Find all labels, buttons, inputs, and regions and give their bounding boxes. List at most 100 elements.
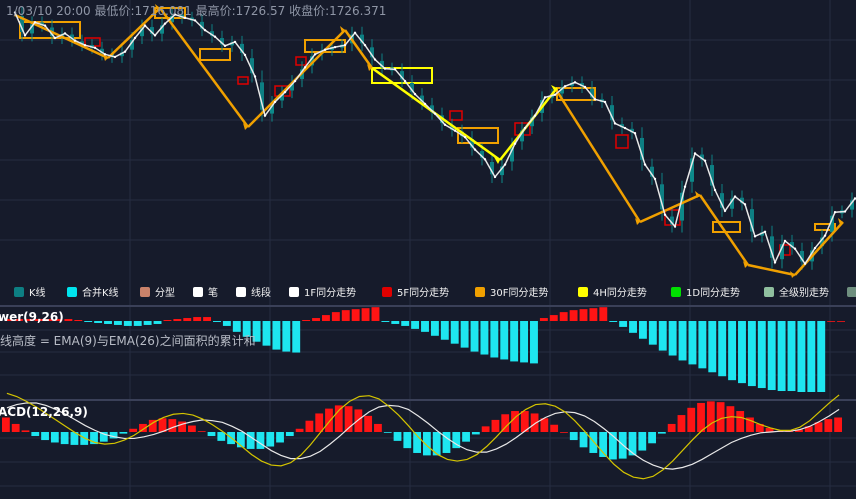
power-bar xyxy=(747,321,756,387)
price-point xyxy=(453,129,457,132)
power-bar xyxy=(123,321,132,326)
chart-stage: 1/03/10 20:00 最低价:1716.081 最高价:1726.57 收… xyxy=(0,0,856,499)
power-bar xyxy=(302,320,311,321)
macd-histogram-bar xyxy=(491,419,500,432)
power-bar xyxy=(84,321,93,322)
power-bar xyxy=(599,307,608,321)
macd-histogram-bar xyxy=(256,432,265,449)
macd-histogram-bar xyxy=(364,415,373,432)
macd-histogram-bar xyxy=(667,423,676,432)
power-bar xyxy=(698,321,707,369)
price-point xyxy=(843,210,847,213)
price-point xyxy=(483,158,487,161)
price-point xyxy=(553,93,557,96)
macd-histogram-bar xyxy=(677,415,686,432)
price-point xyxy=(53,36,57,40)
price-point xyxy=(213,35,217,38)
macd-histogram-bar xyxy=(579,432,588,448)
power-bar xyxy=(510,321,519,362)
price-point xyxy=(813,246,817,250)
legend-label: K线 xyxy=(29,286,46,299)
macd-histogram-bar xyxy=(305,420,314,432)
power-bar xyxy=(549,315,558,321)
price-info-header: 1/03/10 20:00 最低价:1716.081 最高价:1726.57 收… xyxy=(6,3,386,18)
price-point xyxy=(313,53,317,56)
legend-swatch xyxy=(140,287,150,297)
power-bar xyxy=(777,321,786,392)
price-point xyxy=(573,81,577,84)
macd-histogram-bar xyxy=(50,432,59,443)
power-bar xyxy=(143,321,152,325)
legend-swatch xyxy=(475,287,485,297)
power-bar xyxy=(371,307,380,321)
price-point xyxy=(253,75,257,78)
price-point xyxy=(753,235,757,238)
power-bar xyxy=(559,312,568,321)
price-point xyxy=(433,112,437,115)
power-bar xyxy=(629,321,637,333)
price-point xyxy=(513,142,517,145)
price-point xyxy=(763,230,767,233)
macd-histogram-bar xyxy=(295,428,304,432)
macd-histogram-bar xyxy=(687,407,696,432)
power-bar xyxy=(401,321,410,326)
price-point xyxy=(783,239,787,243)
price-point xyxy=(203,28,207,32)
macd-histogram-bar xyxy=(736,411,745,432)
power-bar xyxy=(203,317,212,321)
macd-histogram-bar xyxy=(589,432,598,453)
power-bar xyxy=(104,321,112,324)
power-bar xyxy=(193,317,202,321)
macd-histogram-bar xyxy=(168,419,177,432)
price-point xyxy=(333,45,337,49)
macd-panel-title: ACD(12,26,9) xyxy=(0,405,88,419)
power-bar xyxy=(658,321,667,351)
macd-histogram-bar xyxy=(834,417,842,432)
macd-histogram-bar xyxy=(393,432,402,441)
price-point xyxy=(193,19,197,22)
price-point xyxy=(603,100,607,104)
macd-histogram-bar xyxy=(21,430,30,432)
power-bar xyxy=(94,321,103,323)
power-bar xyxy=(837,321,845,322)
price-point xyxy=(503,163,507,166)
macd-histogram-bar xyxy=(119,432,128,434)
price-point xyxy=(273,100,277,104)
price-point xyxy=(73,39,77,42)
macd-histogram-bar xyxy=(628,432,637,456)
power-bar xyxy=(440,321,449,340)
power-bar xyxy=(450,321,459,344)
price-point xyxy=(93,46,97,49)
price-point xyxy=(583,85,587,89)
legend-swatch xyxy=(193,287,203,297)
macd-histogram-bar xyxy=(540,418,549,432)
power-bar xyxy=(520,321,529,363)
price-point xyxy=(223,44,227,48)
legend-label: 线段 xyxy=(251,286,271,299)
legend-swatch xyxy=(289,287,299,297)
price-point xyxy=(33,21,37,24)
price-point xyxy=(403,79,407,83)
price-point xyxy=(113,55,117,59)
power-bar xyxy=(411,321,420,329)
power-bar xyxy=(163,320,172,321)
macd-histogram-bar xyxy=(207,432,216,437)
macd-histogram-bar xyxy=(471,432,480,435)
price-point xyxy=(363,43,367,47)
price-point xyxy=(63,32,67,35)
price-point xyxy=(723,209,727,213)
power-bar xyxy=(678,321,687,361)
price-point xyxy=(263,114,267,117)
price-point xyxy=(43,24,47,27)
macd-histogram-bar xyxy=(383,432,392,433)
macd-histogram-bar xyxy=(569,432,578,441)
power-bar xyxy=(569,310,578,321)
price-point xyxy=(833,210,837,214)
macd-histogram-bar xyxy=(501,414,510,432)
legend-label: 笔 xyxy=(208,286,218,299)
price-point xyxy=(83,43,87,47)
price-point xyxy=(593,98,597,101)
macd-histogram-bar xyxy=(511,411,519,432)
legend-label: 1D同分走势 xyxy=(686,286,740,299)
macd-histogram-bar xyxy=(354,409,363,432)
